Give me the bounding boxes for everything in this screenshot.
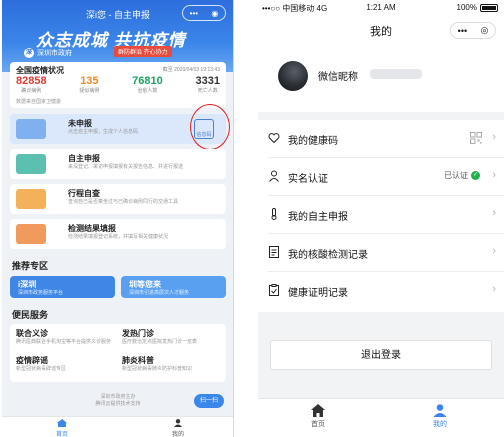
battery-icon xyxy=(480,3,498,12)
section-gap xyxy=(258,112,504,120)
person-icon xyxy=(269,170,279,182)
verified-status: 已认证 ✓ xyxy=(444,171,480,180)
tab-home[interactable]: 首页 xyxy=(298,404,338,429)
tab-mine[interactable]: 我的 xyxy=(420,404,460,429)
heart-icon xyxy=(268,133,280,144)
epidemic-card: 全国疫情状况 截至 2020/04/03 19:13:43 82858 确诊病例… xyxy=(10,62,226,108)
more-icon[interactable]: ••• xyxy=(458,26,467,36)
chevron-right-icon: › xyxy=(492,169,496,181)
service-fever-clinic[interactable]: 发热门诊 医疗救治定点医院发热门诊一览表 xyxy=(122,328,222,345)
battery-percent: 100% xyxy=(456,3,477,12)
tab-bar: 首页 我的 xyxy=(2,416,233,437)
battery-area: 100% xyxy=(457,3,498,12)
recommend-title: 推荐专区 xyxy=(12,261,49,271)
services-grid: 联合义诊 腾讯医典联合手机淘宝等平台提供义诊服务 发热门诊 医疗救治定点医院发热… xyxy=(10,324,226,382)
blurred-nickname xyxy=(370,69,422,79)
close-icon[interactable]: ◎ xyxy=(480,25,488,36)
miniprogram-capsule[interactable]: ••• ◎ xyxy=(450,22,496,39)
menu-real-name[interactable]: 实名认证 已认证 ✓ › xyxy=(258,158,504,196)
trip-illustration-icon xyxy=(16,189,46,209)
item-test-result[interactable]: 检测结果填报 检测结果填报登记系统，并填写相关健康状况 xyxy=(10,219,226,249)
left-phone-screen: 深i您 - 自主申报 ••• ◉ 众志成城 共抗疫情 深 深圳市政府 群防群治 … xyxy=(2,0,234,437)
item-trip-check[interactable]: 行程自查 查询自己是否乘坐过与已确诊病例同行的交通工具 xyxy=(10,184,226,214)
qr-code-icon xyxy=(470,132,482,144)
logout-button[interactable]: 退出登录 xyxy=(270,340,492,370)
epidemic-source: 数据来自国家卫健委 xyxy=(16,99,62,105)
avatar xyxy=(278,61,308,91)
stat-cured: 76810 治愈人数 xyxy=(132,75,163,94)
chevron-right-icon: › xyxy=(492,245,496,257)
clipboard-icon xyxy=(269,284,279,296)
right-phone-screen: •••○○ 中国移动 4G 1:21 AM 100% 我的 ••• ◎ 微信昵称… xyxy=(258,0,504,437)
stat-confirmed: 82858 确诊病例 xyxy=(16,75,47,94)
gov-name: 深圳市政府 xyxy=(37,50,72,57)
test-illustration-icon xyxy=(16,224,46,244)
banner-ishenzhen[interactable]: i深圳 深圳市政务服务平台 xyxy=(10,276,115,298)
tab-home[interactable]: 首页 xyxy=(42,419,82,437)
thermometer-icon xyxy=(271,208,277,220)
nickname: 微信昵称 xyxy=(318,72,358,83)
chevron-right-icon: › xyxy=(492,131,496,143)
profile-header: 微信昵称 xyxy=(258,44,504,112)
tab-mine[interactable]: 我的 xyxy=(158,419,198,437)
chevron-right-icon: › xyxy=(492,283,496,295)
services-title: 便民服务 xyxy=(12,310,49,320)
miniprogram-capsule[interactable]: ••• ◉ xyxy=(182,5,226,21)
gov-label: 深 深圳市政府 xyxy=(24,48,72,58)
service-rumor[interactable]: 疫情辟谣 新型冠状病毒辟谣专区 xyxy=(16,355,116,372)
menu-health-certificate[interactable]: 健康证明记录 › xyxy=(258,272,504,310)
check-icon: ✓ xyxy=(471,171,480,180)
home-icon xyxy=(311,404,325,417)
chevron-right-icon: › xyxy=(492,207,496,219)
epidemic-time: 截至 2020/04/03 19:13:43 xyxy=(162,67,220,73)
stat-suspected: 135 疑似病例 xyxy=(79,75,100,94)
menu-nucleic-test[interactable]: 我的核酸检测记录 › xyxy=(258,234,504,272)
gov-tag: 群防群治 齐心协力 xyxy=(114,46,172,57)
status-bar: •••○○ 中国移动 4G 1:21 AM 100% xyxy=(258,0,504,16)
nav-bar: 我的 ••• ◎ xyxy=(258,16,504,44)
document-icon xyxy=(269,246,279,258)
highlight-ellipse xyxy=(190,104,230,150)
gov-logo-icon: 深 xyxy=(24,48,34,58)
more-icon[interactable]: ••• xyxy=(190,9,198,18)
scan-button[interactable]: 扫一扫 xyxy=(194,394,224,408)
service-free-clinic[interactable]: 联合义诊 腾讯医典联合手机淘宝等平台提供义诊服务 xyxy=(16,328,116,345)
banner-talent[interactable]: 圳等您来 深圳市引进高层次人才服务 xyxy=(121,276,226,298)
report-illustration-icon xyxy=(16,154,46,174)
menu-self-report[interactable]: 我的自主申报 › xyxy=(258,196,504,234)
item-self-report[interactable]: 自主申报 来深登记、来访申报填报有关报告信息、并进行报送 xyxy=(10,149,226,179)
menu-health-code[interactable]: 我的健康码 › xyxy=(258,120,504,158)
person-icon xyxy=(174,419,182,427)
service-science[interactable]: 肺炎科普 新型冠状病毒肺炎防护科普知识 xyxy=(122,355,222,372)
epidemic-stats: 82858 确诊病例 135 疑似病例 76810 治愈人数 3331 死亡人数 xyxy=(16,75,220,94)
close-icon[interactable]: ◉ xyxy=(211,9,218,18)
unreported-illustration-icon xyxy=(16,119,46,139)
stat-deaths: 3331 死亡人数 xyxy=(195,75,220,94)
home-icon xyxy=(57,419,67,427)
person-icon xyxy=(433,404,447,417)
tab-bar: 首页 我的 xyxy=(258,398,504,437)
